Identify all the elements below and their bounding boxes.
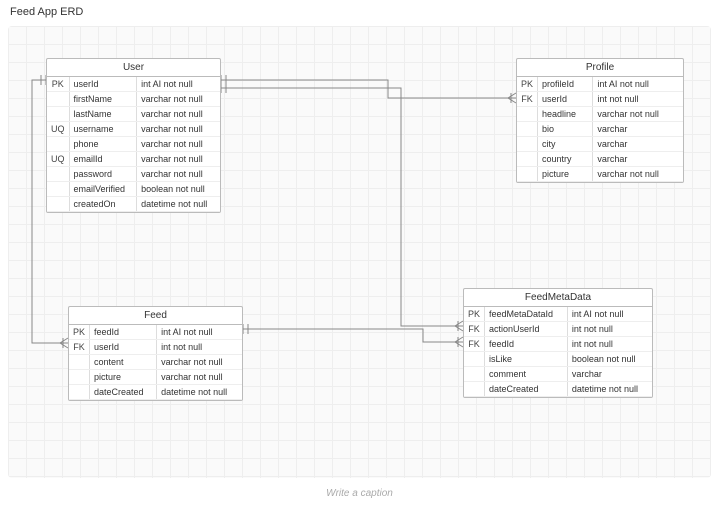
entity-feed-title: Feed <box>69 307 242 325</box>
entity-user-fields: PKuserIdint AI not null firstNamevarchar… <box>47 77 220 212</box>
caption-placeholder: Write a caption <box>326 488 393 499</box>
entity-user-title: User <box>47 59 220 77</box>
entity-feed[interactable]: Feed PKfeedIdint AI not null FKuserIdint… <box>68 306 243 401</box>
entity-profile[interactable]: Profile PKprofileIdint AI not null FKuse… <box>516 58 684 183</box>
caption-input[interactable]: Write a caption <box>8 480 711 506</box>
entity-feedmetadata[interactable]: FeedMetaData PKfeedMetaDataIdint AI not … <box>463 288 653 398</box>
entity-feedmetadata-fields: PKfeedMetaDataIdint AI not null FKaction… <box>464 307 652 397</box>
entity-feed-fields: PKfeedIdint AI not null FKuserIdint not … <box>69 325 242 400</box>
entity-user[interactable]: User PKuserIdint AI not null firstNameva… <box>46 58 221 213</box>
entity-feedmetadata-title: FeedMetaData <box>464 289 652 307</box>
page-title: Feed App ERD <box>10 6 83 18</box>
erd-canvas[interactable]: User PKuserIdint AI not null firstNameva… <box>8 26 711 478</box>
entity-profile-fields: PKprofileIdint AI not null FKuserIdint n… <box>517 77 683 182</box>
entity-profile-title: Profile <box>517 59 683 77</box>
